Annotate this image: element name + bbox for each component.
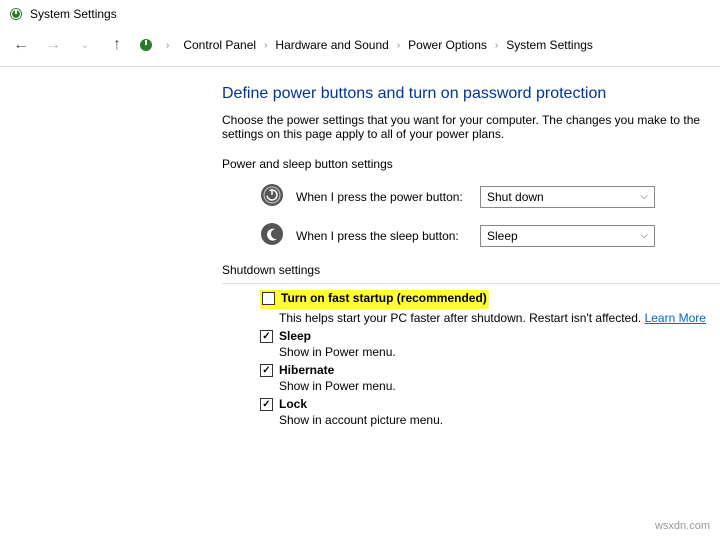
divider (222, 283, 720, 284)
fast-startup-label: Turn on fast startup (recommended) (281, 291, 487, 305)
power-button-icon (260, 183, 284, 210)
lock-label: Lock (279, 397, 307, 411)
lock-checkbox[interactable] (260, 398, 273, 411)
breadcrumb-item[interactable]: System Settings (504, 37, 595, 53)
lock-desc: Show in account picture menu. (222, 413, 720, 427)
learn-more-link[interactable]: Learn More (645, 311, 706, 325)
power-button-label: When I press the power button: (296, 190, 468, 204)
breadcrumb-item[interactable]: Control Panel (181, 37, 258, 53)
breadcrumb-item[interactable]: Power Options (406, 37, 489, 53)
window-title: System Settings (30, 7, 117, 21)
system-settings-icon (8, 6, 24, 22)
chevron-right-icon: › (493, 40, 500, 51)
dropdown-value: Sleep (487, 229, 518, 243)
sleep-row: Sleep (222, 329, 720, 343)
hibernate-label: Hibernate (279, 363, 334, 377)
sleep-label: Sleep (279, 329, 311, 343)
sleep-button-dropdown[interactable]: Sleep ⌵ (480, 225, 655, 247)
chevron-right-icon: › (262, 40, 269, 51)
page-title: Define power buttons and turn on passwor… (222, 85, 720, 103)
sleep-button-row: When I press the sleep button: Sleep ⌵ (260, 222, 720, 249)
chevron-down-icon: ⌵ (640, 191, 648, 202)
forward-button[interactable]: → (42, 34, 64, 56)
power-button-row: When I press the power button: Shut down… (260, 183, 720, 210)
sleep-button-icon (260, 222, 284, 249)
sleep-checkbox[interactable] (260, 330, 273, 343)
button-settings-group: When I press the power button: Shut down… (222, 183, 720, 249)
chevron-right-icon: › (395, 40, 402, 51)
content-area: Define power buttons and turn on passwor… (0, 67, 720, 427)
section-label-shutdown: Shutdown settings (222, 263, 720, 277)
hibernate-row: Hibernate (222, 363, 720, 377)
dropdown-value: Shut down (487, 190, 544, 204)
lock-row: Lock (222, 397, 720, 411)
navigation-bar: ← → ⌄ ↑ › Control Panel › Hardware and S… (0, 28, 720, 62)
page-description: Choose the power settings that you want … (222, 113, 720, 141)
back-button[interactable]: ← (10, 34, 32, 56)
fast-startup-desc: This helps start your PC faster after sh… (222, 311, 720, 325)
chevron-right-icon: › (164, 40, 171, 51)
recent-dropdown[interactable]: ⌄ (74, 34, 96, 56)
breadcrumb[interactable]: Control Panel › Hardware and Sound › Pow… (181, 37, 595, 53)
sleep-button-label: When I press the sleep button: (296, 229, 468, 243)
up-button[interactable]: ↑ (106, 34, 128, 56)
shutdown-settings-group: Turn on fast startup (recommended) This … (222, 290, 720, 427)
watermark: wsxdn.com (655, 520, 710, 532)
breadcrumb-item[interactable]: Hardware and Sound (273, 37, 390, 53)
fast-startup-row: Turn on fast startup (recommended) (222, 290, 720, 309)
sleep-desc: Show in Power menu. (222, 345, 720, 359)
fast-startup-highlight: Turn on fast startup (recommended) (260, 290, 489, 309)
hibernate-desc: Show in Power menu. (222, 379, 720, 393)
fast-startup-checkbox[interactable] (262, 292, 275, 305)
chevron-down-icon: ⌵ (640, 230, 648, 241)
control-panel-icon (138, 37, 154, 53)
power-button-dropdown[interactable]: Shut down ⌵ (480, 186, 655, 208)
section-label-buttons: Power and sleep button settings (222, 157, 720, 171)
hibernate-checkbox[interactable] (260, 364, 273, 377)
titlebar: System Settings (0, 0, 720, 28)
